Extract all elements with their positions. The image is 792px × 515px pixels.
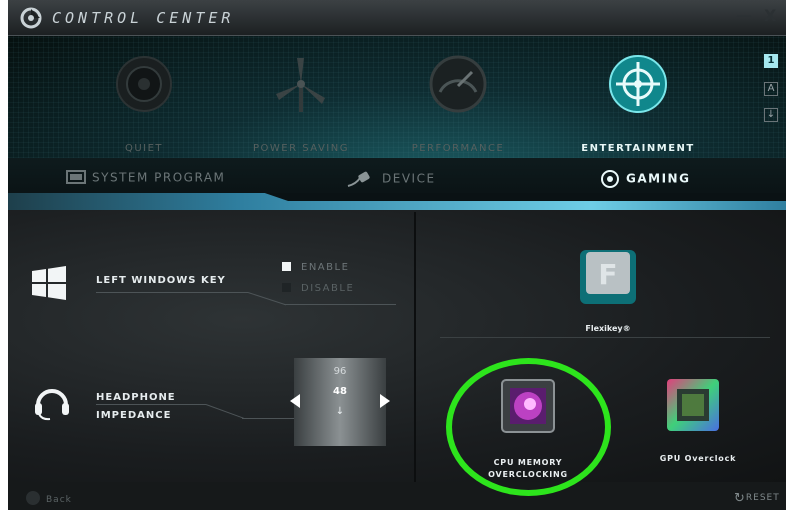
mode-label-quiet: QUIET bbox=[124, 143, 164, 154]
back-icon bbox=[26, 491, 40, 505]
impedance-down-arrow: ↓ bbox=[335, 406, 345, 417]
profile-download-button[interactable]: ↓ bbox=[764, 108, 778, 122]
left-windows-key-underline bbox=[96, 292, 248, 293]
windows-key-enable-option[interactable]: ENABLE bbox=[282, 262, 349, 273]
minimize-button[interactable]: — bbox=[736, 6, 752, 25]
svg-text:F: F bbox=[598, 258, 617, 291]
gpu-chip-icon bbox=[667, 379, 719, 431]
impedance-selector[interactable]: 96 48 ↓ bbox=[290, 358, 390, 446]
plug-icon bbox=[347, 171, 370, 187]
windows-key-disable-option[interactable]: DISABLE bbox=[282, 283, 354, 294]
profile-a-button[interactable]: A bbox=[764, 82, 778, 96]
highlight-circle bbox=[446, 358, 611, 496]
flexikey-button[interactable]: F bbox=[576, 246, 640, 308]
tab-indicator bbox=[8, 193, 786, 211]
flexikey-f-key-icon: F bbox=[580, 250, 636, 304]
power-mode-selector: QUIET POWER SAVING PERFORMANCE ENTERTAIN… bbox=[8, 36, 786, 158]
headphone-underline bbox=[96, 404, 206, 405]
panel-divider bbox=[414, 212, 416, 482]
control-center-window: CONTROL CENTER — X QUIET POWER SAVING PE… bbox=[8, 0, 786, 510]
right-panel-separator bbox=[440, 337, 770, 338]
windows-logo-icon bbox=[32, 266, 66, 300]
headphone-connector-right bbox=[242, 418, 294, 419]
left-windows-key-label: LEFT WINDOWS KEY bbox=[96, 275, 226, 286]
tab-gaming[interactable]: GAMING bbox=[600, 170, 690, 188]
headphone-label-line1: HEADPHONE bbox=[96, 392, 176, 403]
back-label: Back bbox=[46, 495, 72, 505]
monitor-icon bbox=[66, 170, 86, 184]
mode-label-power-saving: POWER SAVING bbox=[253, 143, 349, 154]
mode-performance[interactable]: PERFORMANCE bbox=[388, 50, 528, 155]
tab-label-device: DEVICE bbox=[382, 171, 436, 186]
impedance-value-96: 96 bbox=[333, 366, 347, 377]
mode-label-entertainment: ENTERTAINMENT bbox=[581, 143, 695, 154]
speaker-icon bbox=[116, 56, 172, 112]
window-title: CONTROL CENTER bbox=[52, 9, 235, 27]
mode-label-performance: PERFORMANCE bbox=[411, 143, 505, 154]
disable-label: DISABLE bbox=[301, 283, 355, 294]
gaming-panel bbox=[8, 210, 786, 482]
close-button[interactable]: X bbox=[764, 6, 776, 25]
flexikey-label: Flexikey® bbox=[585, 324, 631, 333]
eye-icon bbox=[601, 170, 619, 188]
back-button[interactable]: Back bbox=[26, 491, 72, 505]
enable-label: ENABLE bbox=[301, 262, 350, 273]
headphone-label-line2: IMPEDANCE bbox=[96, 410, 172, 421]
enable-checkbox[interactable] bbox=[282, 262, 291, 271]
gpu-overclock-label: GPU Overclock bbox=[659, 454, 737, 463]
profile-1-button[interactable]: 1 bbox=[764, 54, 778, 68]
mode-power-saving[interactable]: POWER SAVING bbox=[231, 50, 371, 155]
tab-device[interactable]: DEVICE bbox=[346, 170, 436, 188]
reset-button[interactable]: ↻RESET bbox=[734, 491, 780, 506]
tab-label-system-program: SYSTEM PROGRAM bbox=[92, 170, 226, 185]
bottom-bar: Back ↻RESET bbox=[8, 482, 786, 510]
gpu-overclock-button[interactable] bbox=[664, 376, 722, 434]
reset-icon: ↻ bbox=[734, 491, 746, 506]
impedance-left-arrow-icon[interactable] bbox=[290, 394, 300, 408]
mode-entertainment[interactable]: ENTERTAINMENT bbox=[568, 50, 708, 155]
gauge-icon bbox=[429, 55, 487, 113]
reset-label: RESET bbox=[745, 493, 780, 503]
mode-quiet[interactable]: QUIET bbox=[74, 50, 214, 155]
impedance-right-arrow-icon[interactable] bbox=[380, 394, 390, 408]
crosshair-icon bbox=[609, 55, 667, 113]
title-bar: CONTROL CENTER — X bbox=[8, 0, 786, 36]
connector-line-right bbox=[284, 304, 396, 305]
impedance-value-current: 48 bbox=[333, 386, 347, 397]
tab-system-program[interactable]: SYSTEM PROGRAM bbox=[66, 170, 225, 186]
headset-icon bbox=[35, 389, 69, 421]
disable-checkbox[interactable] bbox=[282, 283, 291, 292]
control-center-logo-icon bbox=[20, 7, 42, 29]
wind-turbine-icon bbox=[276, 58, 325, 112]
tab-label-gaming: GAMING bbox=[626, 171, 691, 186]
